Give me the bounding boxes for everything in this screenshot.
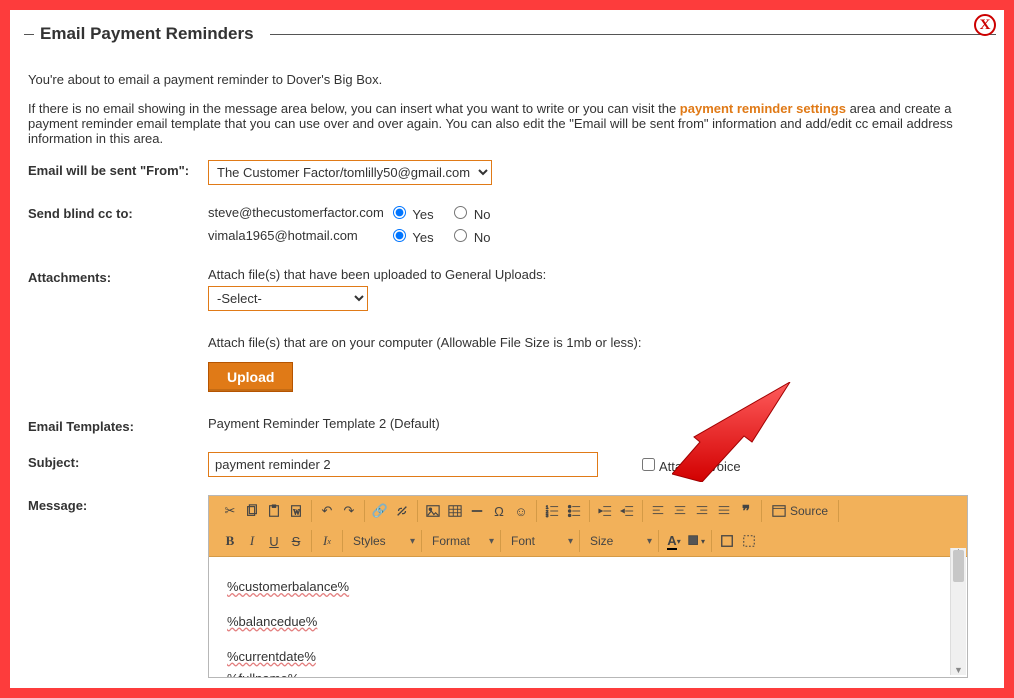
yes-label: Yes <box>412 207 433 222</box>
svg-text:W: W <box>293 509 300 517</box>
table-icon[interactable] <box>444 500 466 522</box>
link-icon[interactable]: 🔗 <box>369 500 391 522</box>
bold-icon[interactable]: B <box>219 530 241 552</box>
message-token: %currentdate% <box>227 649 316 664</box>
redo-icon[interactable]: ↷ <box>338 500 360 522</box>
message-token: %fullname% <box>227 671 299 677</box>
source-label: Source <box>790 504 828 518</box>
scrollbar-thumb[interactable] <box>953 550 964 582</box>
paste-icon[interactable] <box>263 500 285 522</box>
subject-label: Subject: <box>28 452 208 470</box>
italic-icon[interactable]: I <box>241 530 263 552</box>
attach-invoice-checkbox[interactable] <box>642 458 655 471</box>
rich-text-editor: ✂ W ↶ ↷ 🔗 <box>208 495 968 678</box>
bcc-label: Send blind cc to: <box>28 203 208 221</box>
intro-paragraph-2: If there is no email showing in the mess… <box>28 101 996 146</box>
remove-format-icon[interactable]: Ix <box>316 530 338 552</box>
format-dropdown[interactable]: Format <box>426 530 496 552</box>
rule-right <box>270 34 996 35</box>
intro-paragraph-1: You're about to email a payment reminder… <box>28 72 996 87</box>
editor-toolbar: ✂ W ↶ ↷ 🔗 <box>209 496 967 557</box>
emoji-icon[interactable]: ☺ <box>510 500 532 522</box>
bg-color-icon[interactable]: ▾ <box>685 530 707 552</box>
strike-icon[interactable]: S <box>285 530 307 552</box>
copy-icon[interactable] <box>241 500 263 522</box>
bullet-list-icon[interactable] <box>563 500 585 522</box>
text-color-icon[interactable]: A▾ <box>663 530 685 552</box>
from-select[interactable]: The Customer Factor/tomlilly50@gmail.com <box>208 160 492 185</box>
numbered-list-icon[interactable]: 123 <box>541 500 563 522</box>
bcc-row: vimala1965@hotmail.com Yes No <box>208 226 996 245</box>
attach-uploaded-help: Attach file(s) that have been uploaded t… <box>208 267 996 282</box>
align-justify-icon[interactable] <box>713 500 735 522</box>
align-center-icon[interactable] <box>669 500 691 522</box>
bcc-yes-option[interactable]: Yes <box>388 230 434 245</box>
align-left-icon[interactable] <box>647 500 669 522</box>
no-label: No <box>474 230 491 245</box>
attach-invoice-option[interactable]: Attach Invoice <box>638 455 741 474</box>
bcc-no-option[interactable]: No <box>449 230 490 245</box>
special-char-icon[interactable]: Ω <box>488 500 510 522</box>
unlink-icon[interactable] <box>391 500 413 522</box>
bcc-yes-radio[interactable] <box>393 206 406 219</box>
hr-icon[interactable] <box>466 500 488 522</box>
image-icon[interactable] <box>422 500 444 522</box>
editor-textarea[interactable]: %customerbalance% %balancedue% %currentd… <box>209 557 967 677</box>
cut-icon[interactable]: ✂ <box>219 500 241 522</box>
bcc-email: vimala1965@hotmail.com <box>208 228 388 243</box>
styles-dropdown[interactable]: Styles <box>347 530 417 552</box>
attach-computer-help: Attach file(s) that are on your computer… <box>208 335 996 350</box>
undo-icon[interactable]: ↶ <box>316 500 338 522</box>
indent-icon[interactable] <box>616 500 638 522</box>
close-button[interactable]: X <box>974 14 996 36</box>
attach-uploaded-select[interactable]: -Select- <box>208 286 368 311</box>
template-name: Payment Reminder Template 2 (Default) <box>208 416 996 431</box>
bcc-email: steve@thecustomerfactor.com <box>208 205 388 220</box>
rule-left <box>24 34 34 35</box>
bcc-no-radio[interactable] <box>454 229 467 242</box>
bcc-no-option[interactable]: No <box>449 207 490 222</box>
message-token: %customerbalance% <box>227 579 349 594</box>
message-token: %balancedue% <box>227 614 317 629</box>
size-dropdown[interactable]: Size <box>584 530 654 552</box>
intro-text-a: If there is no email showing in the mess… <box>28 101 680 116</box>
editor-scrollbar[interactable]: ▲ ▼ <box>950 548 966 675</box>
from-label: Email will be sent "From": <box>28 160 208 178</box>
source-button[interactable]: Source <box>766 500 834 522</box>
attach-invoice-label: Attach Invoice <box>659 459 741 474</box>
payment-reminder-settings-link[interactable]: payment reminder settings <box>680 101 846 116</box>
align-right-icon[interactable] <box>691 500 713 522</box>
bcc-yes-radio[interactable] <box>393 229 406 242</box>
show-blocks-icon[interactable] <box>738 530 760 552</box>
attachments-label: Attachments: <box>28 267 208 285</box>
maximize-icon[interactable] <box>716 530 738 552</box>
outdent-icon[interactable] <box>594 500 616 522</box>
yes-label: Yes <box>412 230 433 245</box>
bcc-no-radio[interactable] <box>454 206 467 219</box>
underline-icon[interactable]: U <box>263 530 285 552</box>
templates-label: Email Templates: <box>28 416 208 434</box>
bcc-row: steve@thecustomerfactor.com Yes No <box>208 203 996 222</box>
svg-text:3: 3 <box>546 513 549 518</box>
message-label: Message: <box>28 495 208 513</box>
subject-input[interactable] <box>208 452 598 477</box>
no-label: No <box>474 207 491 222</box>
page-title: Email Payment Reminders <box>40 24 254 44</box>
upload-button[interactable]: Upload <box>208 362 293 392</box>
font-dropdown[interactable]: Font <box>505 530 575 552</box>
bcc-yes-option[interactable]: Yes <box>388 207 434 222</box>
blockquote-icon[interactable]: ❞ <box>735 500 757 522</box>
paste-word-icon[interactable]: W <box>285 500 307 522</box>
page-title-row: Email Payment Reminders <box>24 24 996 44</box>
